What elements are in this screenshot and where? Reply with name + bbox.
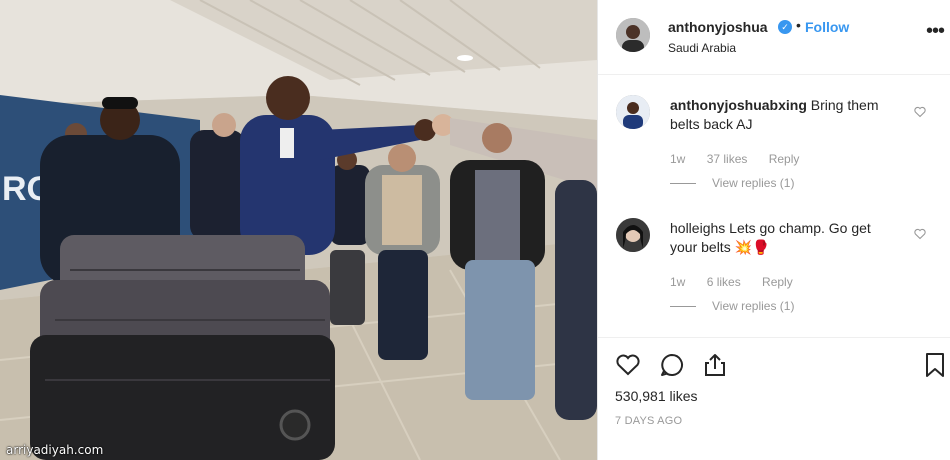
verified-badge-icon: ✓ [778, 20, 792, 34]
share-icon[interactable] [702, 352, 728, 378]
comment-age: 1w [670, 275, 686, 289]
view-replies-label: View replies (1) [712, 176, 795, 190]
comment-username[interactable]: anthonyjoshuabxing [670, 97, 807, 113]
bookmark-icon[interactable] [922, 352, 948, 378]
reply-button[interactable]: Reply [769, 152, 800, 166]
header-separator: • [796, 17, 801, 33]
comment-likes[interactable]: 6 likes [707, 275, 741, 289]
comment-like-heart-icon[interactable] [914, 106, 926, 118]
view-replies-button[interactable]: View replies (1) [670, 299, 794, 313]
airport-arrival-photo: RO [0, 0, 597, 460]
more-options-button[interactable]: ••• [926, 21, 945, 41]
comment-meta: 1w 6 likes Reply [670, 275, 811, 289]
comment-likes[interactable]: 37 likes [707, 152, 748, 166]
post-time-ago: 7 DAYS AGO [615, 415, 683, 427]
post-location[interactable]: Saudi Arabia [668, 41, 736, 55]
view-replies-button[interactable]: View replies (1) [670, 176, 794, 190]
comment-text: anthonyjoshuabxing Bring them belts back… [670, 96, 900, 134]
comment-item: anthonyjoshuabxing Bring them belts back… [598, 92, 950, 202]
likes-count[interactable]: 530,981 likes [615, 388, 698, 404]
comment-username[interactable]: holleighs [670, 220, 725, 236]
post-sidebar: anthonyjoshua ✓ • Follow Saudi Arabia ••… [597, 0, 950, 460]
author-avatar[interactable] [616, 18, 650, 52]
commenter-avatar[interactable] [616, 218, 650, 252]
follow-button[interactable]: Follow [805, 19, 849, 35]
post-header: anthonyjoshua ✓ • Follow Saudi Arabia ••… [598, 0, 950, 75]
comment-text: holleighs Lets go champ. Go get your bel… [670, 219, 900, 257]
like-heart-icon[interactable] [615, 352, 641, 378]
replies-divider [670, 306, 696, 308]
post-actions: 530,981 likes 7 DAYS AGO [598, 337, 950, 460]
replies-divider [670, 183, 696, 185]
comment-age: 1w [670, 152, 686, 166]
author-username[interactable]: anthonyjoshua [668, 19, 768, 35]
watermark-text: arriyadiyah.com [6, 443, 104, 457]
post-photo[interactable]: RO arriyadiyah.com [0, 0, 597, 460]
view-replies-label: View replies (1) [712, 299, 795, 313]
comment-meta: 1w 37 likes Reply [670, 152, 817, 166]
commenter-avatar[interactable] [616, 95, 650, 129]
comment-like-heart-icon[interactable] [914, 228, 926, 240]
comment-item: holleighs Lets go champ. Go get your bel… [598, 216, 950, 326]
comment-bubble-icon[interactable] [659, 352, 685, 378]
reply-button[interactable]: Reply [762, 275, 793, 289]
